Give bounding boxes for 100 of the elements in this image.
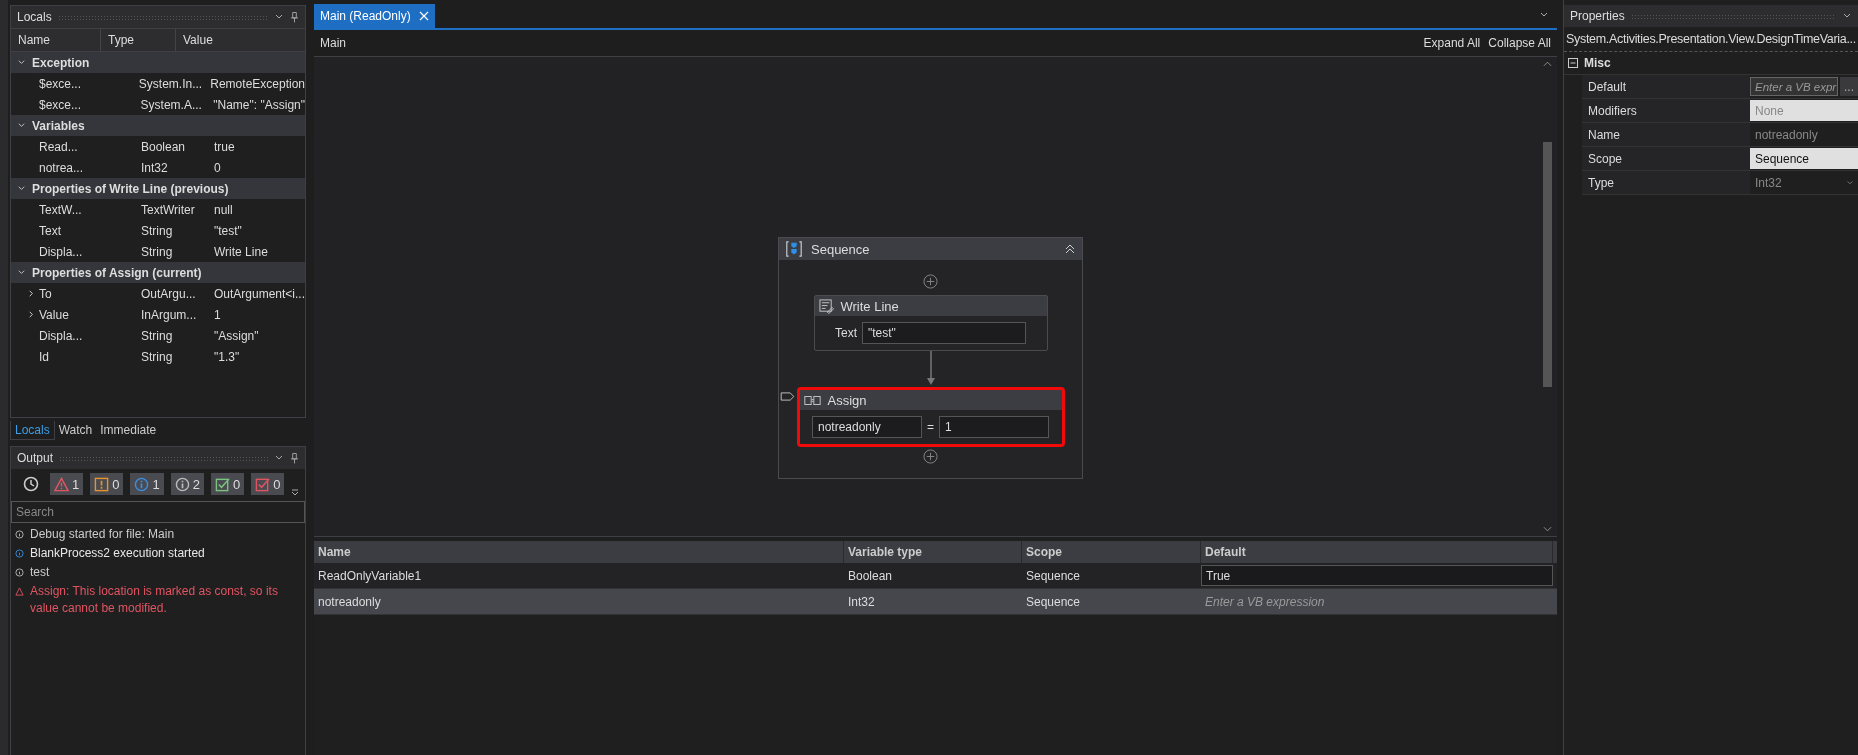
value-field[interactable]: 1 [939, 416, 1049, 438]
table-cell: $exce... [39, 76, 82, 91]
variable-row[interactable]: ReadOnlyVariable1 Boolean Sequence True [314, 563, 1557, 589]
filter-button[interactable]: 0 [90, 473, 124, 495]
write-line-activity[interactable]: Write Line Text "test" [813, 295, 1048, 351]
add-icon[interactable] [923, 449, 938, 464]
table-cell: Displa... [39, 244, 83, 259]
tab[interactable]: Locals [10, 420, 55, 440]
table-cell-text: Int32 [847, 593, 876, 611]
filter-button[interactable]: 1 [130, 473, 164, 495]
column-header[interactable]: Name [11, 29, 101, 51]
exclamation-icon [94, 476, 110, 492]
group-header[interactable]: Exception [11, 52, 305, 73]
panel-title: Properties [1570, 9, 1625, 23]
chevron-down-icon[interactable] [17, 121, 26, 130]
category-label: Misc [1584, 56, 1611, 70]
table-cell-text: true [214, 139, 236, 154]
chevron-down-icon[interactable] [17, 58, 26, 67]
table-cell: RemoteException [210, 76, 305, 91]
table-cell-text: "1.3" [214, 349, 241, 364]
table-cell-text: OutArgu... [140, 286, 197, 301]
property-name: Default [1582, 75, 1750, 98]
collapse-icon[interactable] [1064, 243, 1076, 255]
group-header[interactable]: Properties of Write Line (previous) [11, 178, 305, 199]
search-field[interactable]: Search [11, 501, 305, 523]
info-icon [174, 476, 190, 492]
collapse-all-link[interactable]: Collapse All [1488, 36, 1551, 50]
expression-field[interactable]: Enter a VB expr [1750, 77, 1838, 96]
property-name: Name [1582, 123, 1750, 146]
table-cell-text: String [141, 244, 174, 259]
text-field[interactable]: "test" [862, 322, 1026, 344]
assign-activity[interactable]: Assign notreadonly = 1 [796, 387, 1065, 447]
log-message: Debug started for file: Main [30, 526, 175, 543]
table-cell-text: Int32 [141, 160, 169, 175]
default-field[interactable]: True [1201, 565, 1553, 586]
table-cell-text: Write Line [214, 244, 269, 259]
property-name: Type [1582, 171, 1750, 194]
column-header[interactable]: Value [176, 29, 305, 51]
table-cell-text: "Assign" [214, 328, 260, 343]
table-cell-text: null [214, 202, 234, 217]
table-cell: Text [39, 223, 61, 238]
close-icon[interactable] [418, 11, 429, 21]
table-cell-text: String [141, 328, 174, 343]
breadcrumb[interactable]: Main [320, 36, 346, 50]
add-icon[interactable] [923, 274, 938, 289]
field-label: Text [835, 326, 857, 340]
pin-icon[interactable] [290, 11, 299, 23]
chevron-right-icon[interactable] [27, 310, 36, 319]
column-header[interactable]: Type [101, 29, 176, 51]
chevron-right-icon[interactable] [27, 289, 36, 298]
table-cell-text: Sequence [1025, 567, 1082, 585]
to-field[interactable]: notreadonly [812, 416, 922, 438]
chevron-down-icon [1846, 178, 1854, 187]
dropdown[interactable]: Sequence [1750, 148, 1858, 169]
variable-row[interactable]: notreadonly Int32 Sequence Enter a VB expression [314, 589, 1557, 615]
info-icon [134, 476, 150, 492]
chevron-down-icon[interactable] [17, 268, 26, 277]
checkbox-icon [214, 476, 230, 492]
scrollbar[interactable] [1541, 61, 1553, 532]
tab[interactable]: Watch [54, 421, 97, 439]
warning-triangle-icon [54, 476, 69, 492]
table-cell-text: 1 [214, 307, 222, 322]
checkbox-icon [255, 476, 271, 492]
group-header[interactable]: Variables [11, 115, 305, 136]
overflow-icon[interactable] [291, 489, 300, 497]
sequence-activity[interactable]: Sequence Write Line Text "test" Assign notreadonly = 1 [778, 237, 1083, 479]
connector-arrow [925, 351, 936, 387]
document-tab[interactable]: Main (ReadOnly) [314, 4, 435, 28]
filter-button[interactable]: 2 [170, 473, 204, 495]
table-cell-text: "test" [214, 223, 243, 238]
table-cell-text: String [141, 349, 174, 364]
table-cell-text: Sequence [1025, 593, 1082, 611]
activity-title: Sequence [811, 241, 870, 257]
tag-icon [779, 392, 795, 401]
table-cell: Id [39, 349, 49, 364]
expand-all-link[interactable]: Expand All [1423, 36, 1481, 50]
filter-button[interactable]: 0 [251, 473, 285, 495]
clock-icon[interactable] [23, 476, 39, 492]
table-cell-text: System.In... [138, 76, 204, 91]
filter-button[interactable]: 1 [50, 473, 84, 495]
scroll-down-icon[interactable] [1542, 526, 1552, 532]
panel-title: Output [17, 451, 54, 465]
browse-button[interactable]: ... [1840, 77, 1858, 96]
table-cell-text: ReadOnlyVariable1 [317, 567, 423, 585]
table-cell-text: System.A... [140, 97, 203, 112]
chevron-down-icon[interactable] [17, 184, 26, 193]
info-icon [15, 568, 24, 577]
table-cell: Displa... [39, 328, 83, 343]
scroll-up-icon[interactable] [1542, 61, 1552, 67]
filter-button[interactable]: 0 [210, 473, 245, 495]
table-cell: Value [39, 307, 69, 322]
info-icon [15, 530, 24, 539]
table-cell: $exce... [39, 97, 82, 112]
tab[interactable]: Immediate [96, 421, 161, 439]
collapse-box-icon[interactable] [1568, 58, 1578, 68]
write-line-icon [818, 298, 834, 314]
activity-title: Assign [827, 392, 867, 408]
group-header[interactable]: Properties of Assign (current) [11, 262, 305, 283]
property-name: Scope [1582, 147, 1750, 170]
pin-icon[interactable] [290, 452, 299, 464]
